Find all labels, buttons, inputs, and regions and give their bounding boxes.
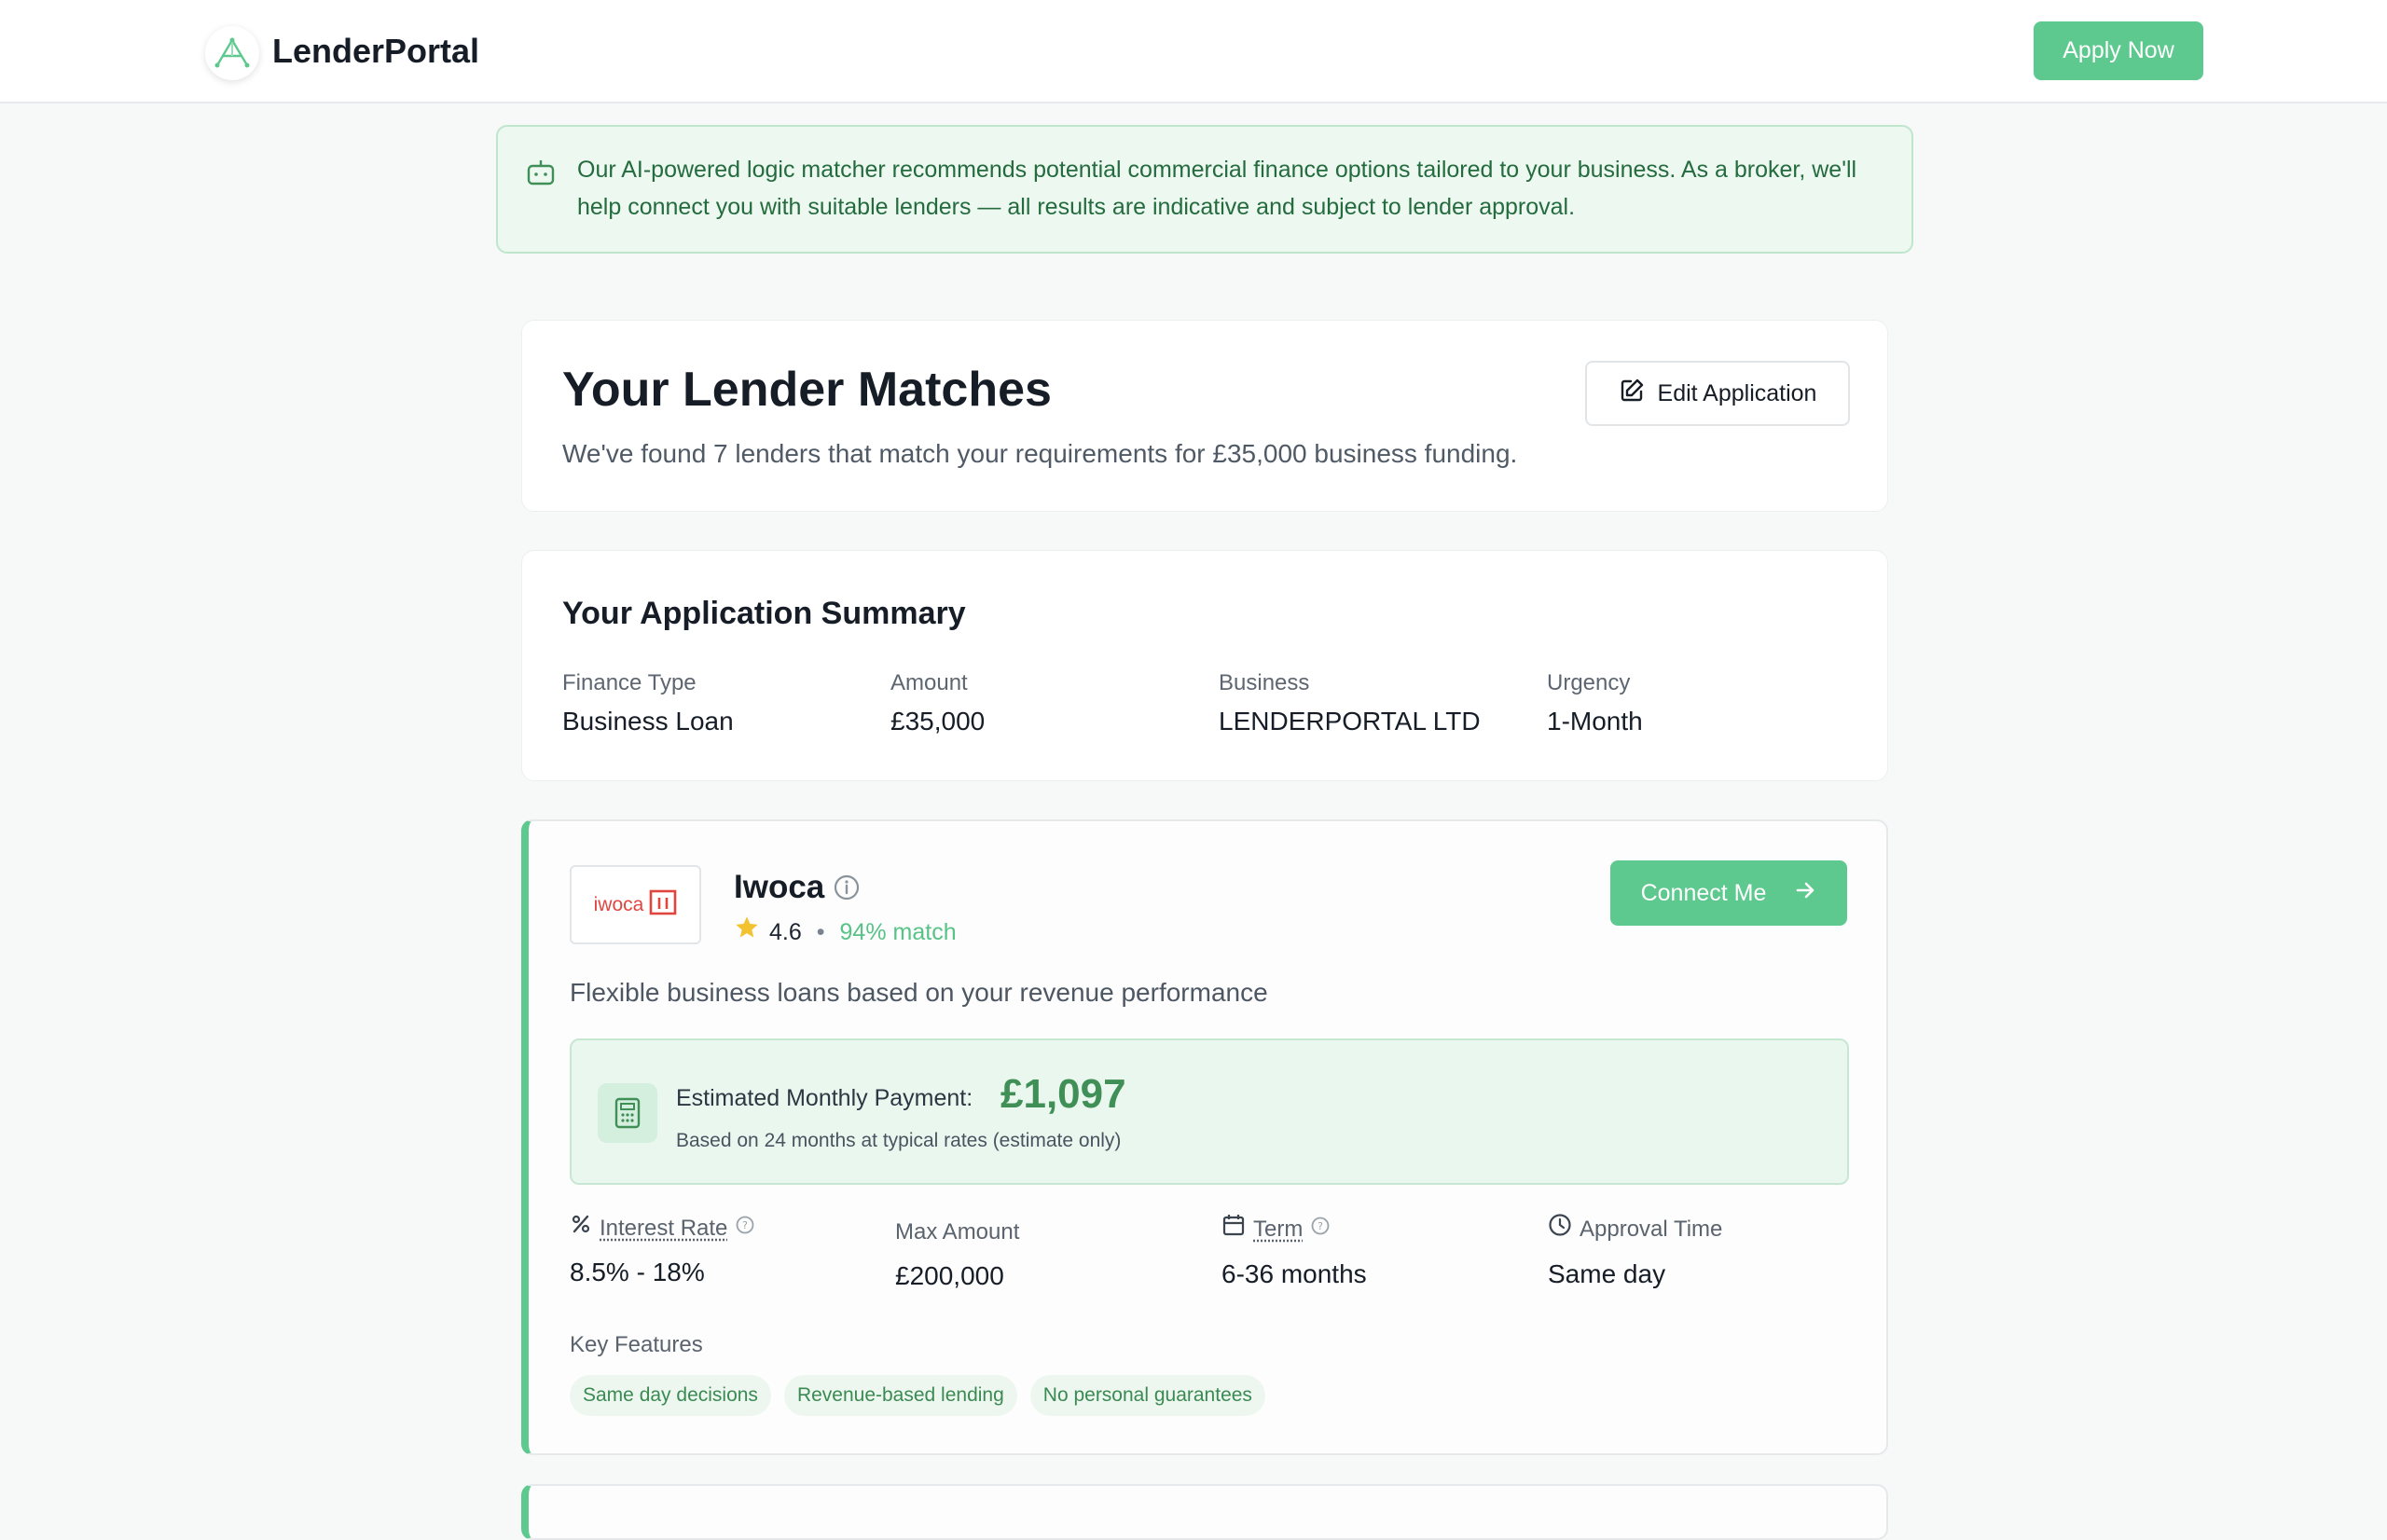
feature-tag: Revenue-based lending [783, 1375, 1017, 1416]
payment-label: Estimated Monthly Payment: [676, 1085, 973, 1111]
arrow-right-icon [1794, 879, 1816, 908]
help-icon[interactable]: ? [735, 1213, 755, 1244]
approval-time-value: Same day [1548, 1259, 1666, 1288]
robot-icon [526, 158, 556, 191]
estimated-payment-box: Estimated Monthly Payment: £1,097 Based … [570, 1038, 1849, 1185]
max-amount-value: £200,000 [895, 1261, 1004, 1290]
edit-application-label: Edit Application [1657, 379, 1817, 406]
application-summary-card: Your Application Summary Finance Type Bu… [521, 550, 1888, 781]
lender-rating-row: 4.6 • 94% match [734, 914, 957, 950]
calendar-icon [1221, 1213, 1246, 1246]
calculator-icon [598, 1083, 657, 1143]
lender-card-iwoca: iwoca Iwoca 4.6 • 94% match Connect Me F… [521, 819, 1888, 1455]
lender-logo-wordmark: iwoca [593, 893, 644, 915]
edit-application-button[interactable]: Edit Application [1585, 361, 1850, 426]
term-value: 6-36 months [1221, 1259, 1367, 1288]
iwoca-logo-icon [649, 889, 677, 920]
summary-urgency: Urgency 1-Month [1547, 667, 1643, 740]
metric-approval-time: Approval Time Same day [1548, 1213, 1722, 1293]
summary-finance-type: Finance Type Business Loan [562, 667, 734, 740]
summary-value: 1-Month [1547, 707, 1643, 736]
lender-logo: iwoca [570, 865, 701, 944]
summary-label: Finance Type [562, 670, 697, 695]
key-features-label: Key Features [570, 1332, 703, 1357]
interest-rate-label[interactable]: Interest Rate [600, 1213, 727, 1244]
metric-interest-rate: Interest Rate ? 8.5% - 18% [570, 1213, 755, 1291]
summary-business: Business LENDERPORTAL LTD [1219, 667, 1481, 740]
top-header: LenderPortal Apply Now [0, 0, 2387, 103]
apply-now-button[interactable]: Apply Now [2034, 21, 2203, 80]
star-icon [734, 914, 760, 950]
lender-card-next [521, 1484, 1888, 1540]
clock-icon [1548, 1213, 1572, 1246]
svg-text:?: ? [1318, 1220, 1323, 1232]
interest-rate-value: 8.5% - 18% [570, 1258, 705, 1286]
edit-icon [1619, 378, 1645, 410]
info-icon[interactable] [833, 873, 861, 906]
summary-value: Business Loan [562, 707, 734, 736]
approval-time-label: Approval Time [1580, 1217, 1723, 1242]
notice-text: Our AI-powered logic matcher recommends … [577, 157, 1857, 220]
connect-me-button[interactable]: Connect Me [1610, 860, 1847, 926]
feature-tag: No personal guarantees [1029, 1375, 1265, 1416]
summary-amount: Amount £35,000 [890, 667, 985, 740]
logo-icon[interactable] [205, 26, 259, 80]
feature-tag: Same day decisions [570, 1375, 771, 1416]
summary-label: Urgency [1547, 670, 1631, 695]
metric-term: Term ? 6-36 months [1221, 1213, 1367, 1293]
separator-dot: • [816, 919, 825, 945]
connect-me-label: Connect Me [1640, 879, 1767, 906]
app-name[interactable]: LenderPortal [272, 28, 479, 75]
lender-rating: 4.6 [769, 919, 802, 945]
payment-note: Based on 24 months at typical rates (est… [676, 1130, 1122, 1151]
metric-max-amount: Max Amount £200,000 [895, 1217, 1019, 1295]
summary-value: LENDERPORTAL LTD [1219, 707, 1481, 736]
ai-notice-banner: Our AI-powered logic matcher recommends … [496, 125, 1913, 254]
lender-description: Flexible business loans based on your re… [570, 978, 1268, 1007]
match-percentage: 94% match [839, 919, 957, 945]
summary-label: Business [1219, 670, 1310, 695]
help-icon[interactable]: ? [1310, 1214, 1331, 1245]
summary-title: Your Application Summary [562, 596, 966, 631]
term-label[interactable]: Term [1253, 1214, 1303, 1245]
key-features-list: Same day decisions Revenue-based lending… [570, 1375, 1265, 1416]
summary-label: Amount [890, 670, 968, 695]
summary-value: £35,000 [890, 707, 986, 736]
max-amount-label: Max Amount [895, 1219, 1020, 1244]
matches-card: Your Lender Matches We've found 7 lender… [521, 320, 1888, 512]
percent-icon [570, 1213, 592, 1244]
lender-name: Iwoca [734, 869, 825, 905]
svg-text:?: ? [742, 1219, 748, 1231]
page-title: Your Lender Matches [562, 363, 1052, 417]
payment-value: £1,097 [1000, 1071, 1126, 1117]
matches-subtitle: We've found 7 lenders that match your re… [562, 439, 1518, 468]
